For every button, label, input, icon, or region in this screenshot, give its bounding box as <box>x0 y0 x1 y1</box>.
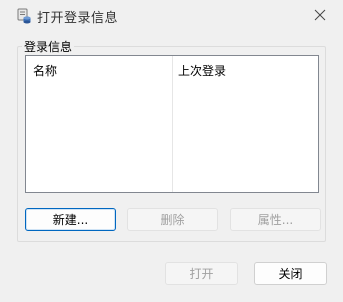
column-header-name[interactable]: 名称 <box>33 62 57 79</box>
close-icon <box>314 9 326 24</box>
properties-button[interactable]: 属性... <box>230 208 321 231</box>
database-icon <box>16 8 32 24</box>
column-header-last-login[interactable]: 上次登录 <box>178 62 226 79</box>
title-bar: 打开登录信息 <box>0 0 343 31</box>
open-button[interactable]: 打开 <box>165 262 238 285</box>
group-label: 登录信息 <box>22 38 75 55</box>
close-button[interactable]: 关闭 <box>254 262 327 285</box>
delete-button[interactable]: 删除 <box>127 208 218 231</box>
window-title: 打开登录信息 <box>37 11 119 26</box>
column-divider <box>172 56 173 192</box>
close-window-button[interactable] <box>306 5 334 27</box>
login-list[interactable]: 名称 上次登录 <box>25 55 319 193</box>
new-button[interactable]: 新建... <box>25 208 116 231</box>
